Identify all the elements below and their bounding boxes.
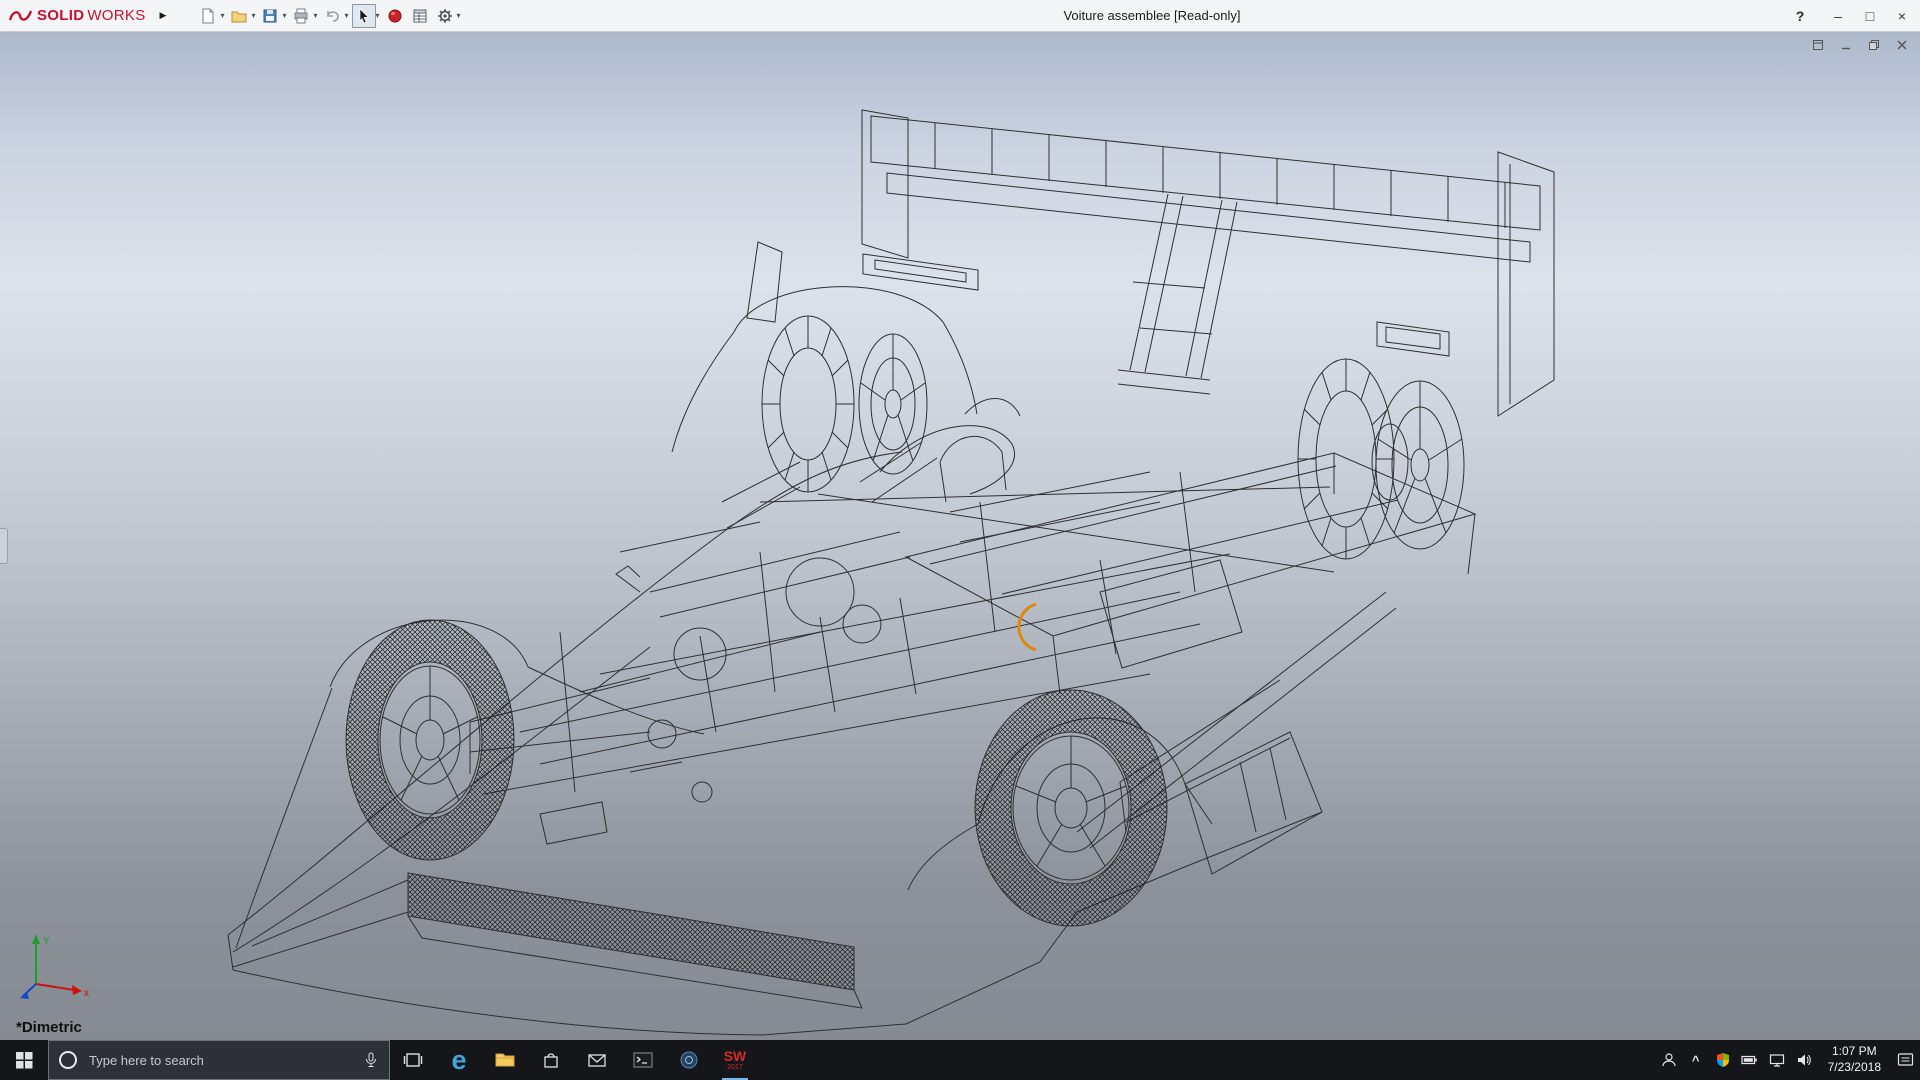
select-tool-button[interactable] — [352, 4, 376, 28]
save-button[interactable] — [258, 4, 282, 28]
chevron-down-icon[interactable]: ▾ — [376, 11, 382, 20]
solidworks-logo: SOLIDWORKS — [0, 7, 146, 25]
taskbar-clock[interactable]: 1:07 PM 7/23/2018 — [1822, 1044, 1887, 1075]
ds-logo-icon — [8, 7, 34, 25]
cortana-icon — [59, 1051, 77, 1069]
view-orientation-label: *Dimetric — [16, 1019, 82, 1036]
rear-left-wheel[interactable] — [975, 690, 1167, 926]
chevron-down-icon[interactable]: ▾ — [345, 11, 351, 20]
task-view-icon — [403, 1050, 423, 1070]
taskbar-app-command-prompt[interactable] — [620, 1040, 666, 1080]
gear-icon — [436, 7, 454, 25]
appearance-ball-icon — [387, 8, 403, 24]
brand-works: WORKS — [87, 7, 145, 24]
maximize-button[interactable]: □ — [1854, 0, 1886, 32]
edge-icon: e — [451, 1047, 466, 1074]
media-app-icon — [679, 1050, 699, 1070]
windows-logo-icon — [16, 1052, 33, 1069]
command-prompt-icon — [633, 1051, 653, 1069]
chevron-down-icon[interactable]: ▾ — [313, 11, 319, 20]
minimize-button[interactable]: – — [1822, 0, 1854, 32]
defender-shield-icon[interactable] — [1714, 1051, 1732, 1069]
new-document-button[interactable] — [196, 4, 220, 28]
window-menu-icon[interactable] — [1810, 37, 1826, 53]
wireframe-car-model[interactable] — [0, 32, 1920, 1040]
document-window-controls — [1810, 37, 1910, 53]
clock-time: 1:07 PM — [1828, 1044, 1881, 1060]
chevron-up-icon[interactable]: ^ — [1687, 1051, 1705, 1069]
graphics-viewport[interactable]: *Dimetric Y x — [0, 32, 1920, 1040]
taskbar-app-file-explorer[interactable] — [482, 1040, 528, 1080]
document-title: Voiture assemblee [Read-only] — [1063, 0, 1240, 32]
print-button[interactable] — [289, 4, 313, 28]
windows-taskbar: Type here to search e SW — [0, 1040, 1920, 1080]
search-placeholder: Type here to search — [89, 1053, 204, 1068]
rear-right-wheel[interactable] — [1298, 359, 1464, 559]
taskbar-app-store[interactable] — [528, 1040, 574, 1080]
save-icon — [261, 7, 279, 25]
chevron-down-icon[interactable]: ▾ — [220, 11, 226, 20]
sw-badge-year: 2017 — [727, 1064, 743, 1071]
people-icon[interactable] — [1660, 1051, 1678, 1069]
undo-icon — [324, 7, 342, 25]
file-explorer-icon — [494, 1050, 516, 1070]
taskbar-search[interactable]: Type here to search — [48, 1040, 390, 1080]
help-button[interactable]: ? — [1784, 0, 1816, 32]
action-center-icon[interactable] — [1896, 1051, 1914, 1069]
restore-document-icon[interactable] — [1866, 37, 1882, 53]
select-cursor-icon — [356, 8, 372, 24]
chevron-down-icon[interactable]: ▾ — [282, 11, 288, 20]
front-left-wheel[interactable] — [346, 620, 514, 860]
undo-button[interactable] — [321, 4, 345, 28]
design-table-icon — [411, 7, 429, 25]
solidworks-window: SOLIDWORKS ▶ ▾ ▾ ▾ — [0, 0, 1920, 1080]
close-document-icon[interactable] — [1894, 37, 1910, 53]
taskbar-app-edge[interactable]: e — [436, 1040, 482, 1080]
solidworks-2017-icon: SW 2017 — [724, 1049, 747, 1071]
mail-icon — [587, 1051, 607, 1069]
design-table-button[interactable] — [408, 4, 432, 28]
taskbar-app-solidworks[interactable]: SW 2017 — [712, 1040, 758, 1080]
open-button[interactable] — [227, 4, 251, 28]
volume-icon[interactable] — [1795, 1051, 1813, 1069]
start-button[interactable] — [0, 1040, 48, 1080]
display-icon[interactable] — [1768, 1051, 1786, 1069]
battery-icon[interactable] — [1741, 1051, 1759, 1069]
minimize-document-icon[interactable] — [1838, 37, 1854, 53]
clock-date: 7/23/2018 — [1828, 1060, 1881, 1076]
new-document-icon — [199, 7, 217, 25]
window-controls: ? – □ × — [1784, 0, 1918, 32]
sw-badge-text: SW — [724, 1049, 747, 1063]
front-right-wheel[interactable] — [762, 316, 927, 492]
triad-x-label: x — [84, 988, 89, 999]
triad-y-label: Y — [43, 936, 50, 947]
highlighted-edge[interactable] — [1019, 604, 1036, 650]
print-icon — [292, 7, 310, 25]
brand-solid: SOLID — [37, 7, 84, 24]
taskbar-app-mail[interactable] — [574, 1040, 620, 1080]
taskbar-app-media[interactable] — [666, 1040, 712, 1080]
system-tray: ^ 1:07 PM 7/23/2018 — [1660, 1040, 1920, 1080]
task-view-button[interactable] — [390, 1040, 436, 1080]
panel-collapse-handle[interactable] — [0, 528, 8, 564]
appearances-button[interactable] — [383, 4, 407, 28]
chevron-down-icon[interactable]: ▾ — [457, 11, 463, 20]
open-folder-icon — [230, 7, 248, 25]
reference-triad: Y x — [16, 928, 94, 1000]
titlebar: SOLIDWORKS ▶ ▾ ▾ ▾ — [0, 0, 1920, 32]
store-icon — [541, 1050, 561, 1070]
microphone-icon[interactable] — [363, 1052, 379, 1068]
close-button[interactable]: × — [1886, 0, 1918, 32]
chevron-down-icon[interactable]: ▾ — [251, 11, 257, 20]
options-button[interactable] — [433, 4, 457, 28]
toolbar-expand-button[interactable]: ▶ — [156, 6, 171, 25]
quick-access-toolbar: ▾ ▾ ▾ ▾ — [196, 4, 462, 28]
